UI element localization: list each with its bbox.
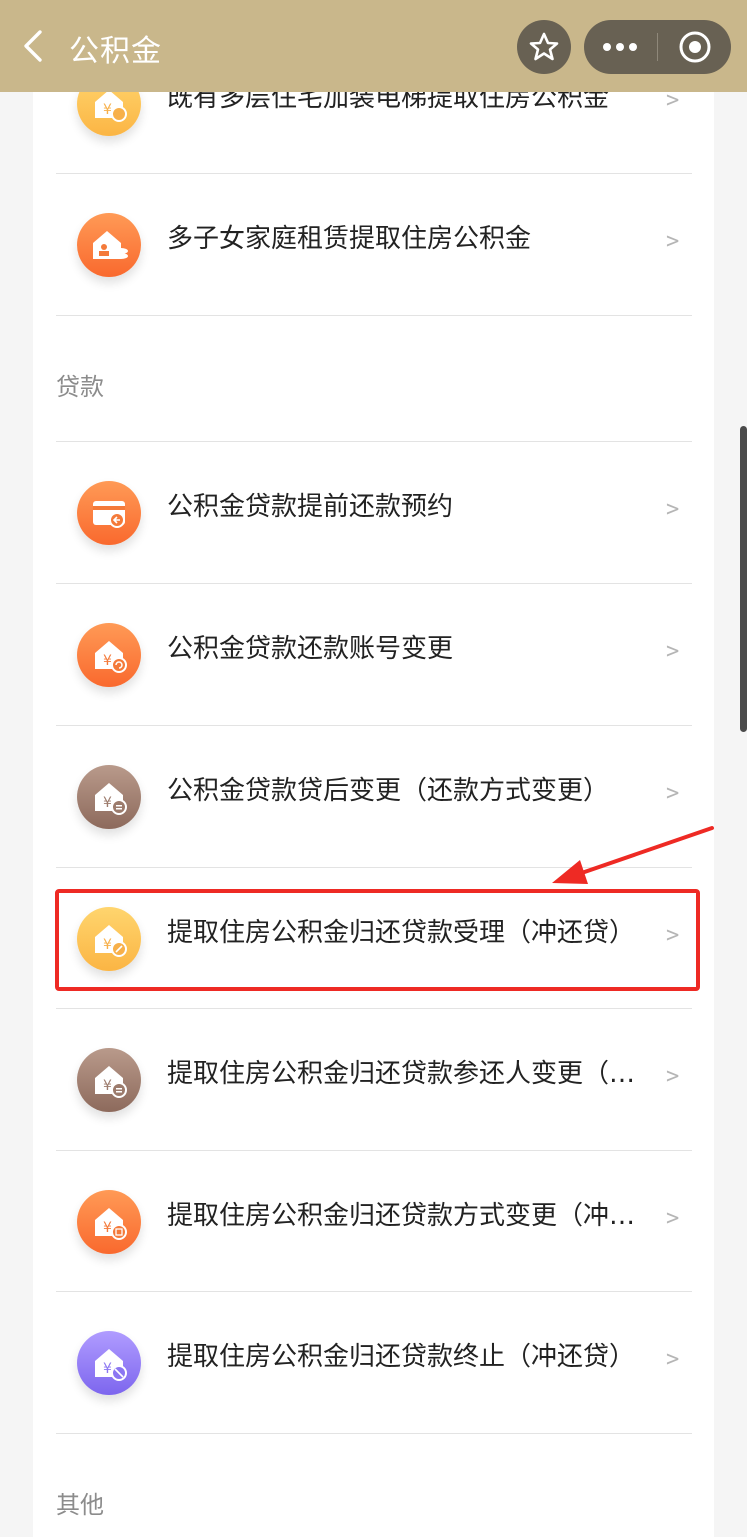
mini-program-capsule: [584, 20, 731, 74]
house-yen-list-icon: ¥: [77, 765, 141, 829]
card-return-icon: [77, 481, 141, 545]
divider: [56, 173, 692, 174]
list-item[interactable]: ¥ 提取住房公积金归还贷款方式变更（冲还贷） >: [56, 1152, 692, 1292]
section-title-other: 其他: [56, 1491, 104, 1519]
list-item[interactable]: ¥ 提取住房公积金归还贷款参还人变更（冲还贷） >: [56, 1010, 692, 1150]
house-yen-list-icon: ¥: [77, 1048, 141, 1112]
page-title: 公积金: [69, 34, 162, 69]
target-circle-icon[interactable]: [658, 20, 731, 74]
divider: [56, 1291, 692, 1292]
divider: [56, 1150, 692, 1151]
annotation-arrow-icon: [552, 826, 714, 884]
house-yen-doc-icon: ¥: [77, 1190, 141, 1254]
house-yen-refresh-icon: ¥: [77, 623, 141, 687]
svg-text:¥: ¥: [103, 102, 112, 118]
list-item[interactable]: ¥ 公积金贷款还款账号变更 >: [56, 585, 692, 725]
list-item[interactable]: 公积金贷款提前还款预约 >: [56, 443, 692, 583]
list-item[interactable]: 多子女家庭租赁提取住房公积金 >: [56, 175, 692, 315]
divider: [56, 1008, 692, 1009]
divider: [56, 583, 692, 584]
chevron-right-icon: >: [666, 229, 680, 254]
list-item[interactable]: ¥ 提取住房公积金归还贷款终止（冲还贷） >: [56, 1293, 692, 1433]
chevron-right-icon: >: [666, 497, 680, 522]
svg-text:¥: ¥: [103, 653, 112, 669]
star-icon[interactable]: [517, 20, 571, 74]
chevron-right-icon: >: [666, 1206, 680, 1231]
top-nav-bar: 公积金: [0, 0, 747, 92]
chevron-right-icon: >: [666, 1347, 680, 1372]
svg-text:¥: ¥: [103, 795, 112, 811]
divider: [56, 1433, 692, 1434]
chevron-right-icon: >: [666, 781, 680, 806]
more-dots-icon[interactable]: [584, 20, 656, 74]
house-yen-stop-icon: ¥: [77, 1331, 141, 1395]
svg-text:¥: ¥: [103, 1361, 112, 1377]
divider: [56, 441, 692, 442]
highlight-box: [55, 889, 700, 991]
chevron-right-icon: >: [666, 1064, 680, 1089]
svg-text:¥: ¥: [103, 1078, 112, 1094]
house-family-icon: [77, 213, 141, 277]
divider: [56, 725, 692, 726]
section-title-loan: 贷款: [56, 373, 104, 401]
divider: [56, 315, 692, 316]
back-arrow-icon[interactable]: [18, 28, 52, 64]
chevron-right-icon: >: [666, 639, 680, 664]
svg-text:¥: ¥: [103, 1220, 112, 1236]
scrollbar[interactable]: [740, 426, 747, 732]
